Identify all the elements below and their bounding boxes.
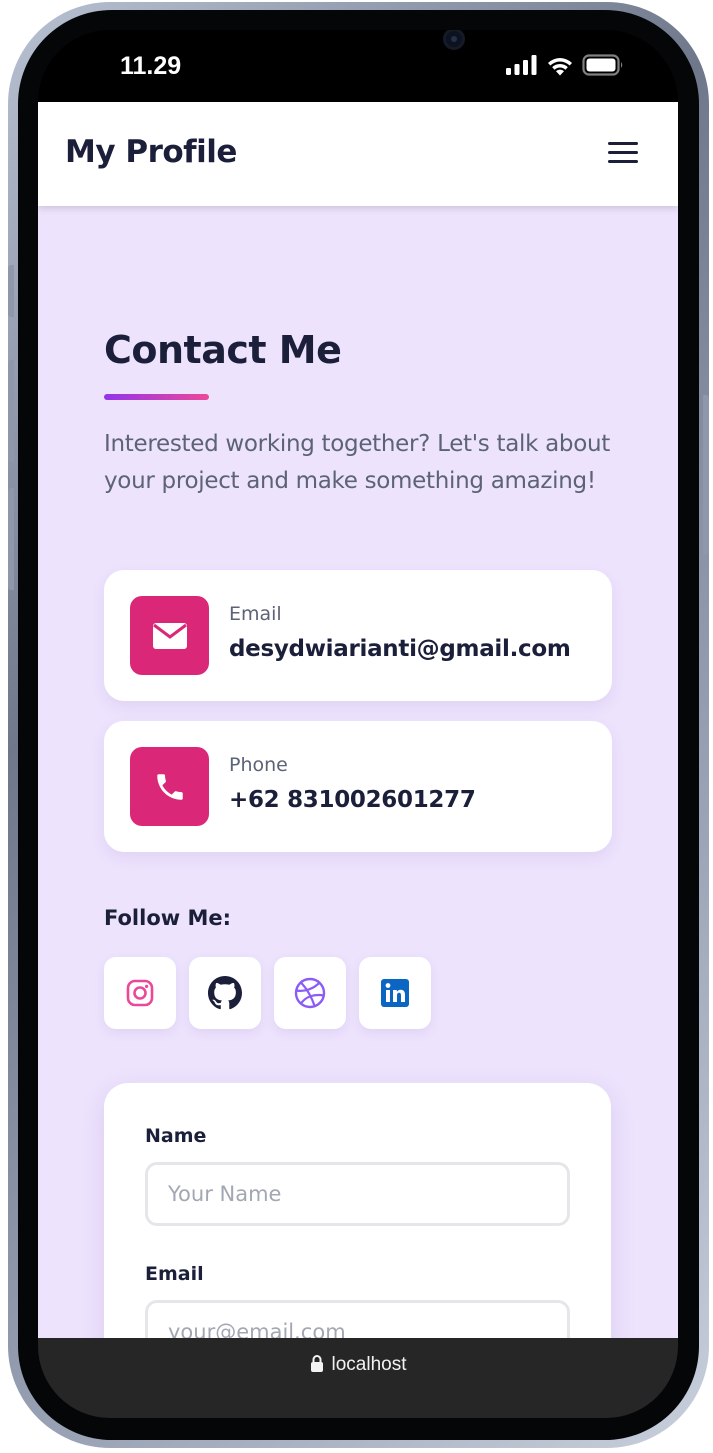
follow-label: Follow Me: bbox=[104, 906, 231, 930]
phone-value[interactable]: +62 831002601277 bbox=[229, 787, 476, 813]
phone-card: Phone +62 831002601277 bbox=[104, 721, 612, 852]
contact-form: Name Email bbox=[104, 1083, 611, 1338]
phone-screen: 11.29 My Profile Contact Me Interested w… bbox=[38, 30, 678, 1418]
dribbble-button[interactable] bbox=[274, 957, 346, 1029]
email-value[interactable]: desydwiarianti@gmail.com bbox=[229, 636, 571, 662]
email-card: Email desydwiarianti@gmail.com bbox=[104, 570, 612, 701]
power-button bbox=[703, 395, 709, 555]
section-title: Contact Me bbox=[104, 328, 342, 372]
github-icon bbox=[208, 976, 242, 1010]
github-button[interactable] bbox=[189, 957, 261, 1029]
dynamic-island bbox=[223, 30, 513, 82]
email-label: Email bbox=[229, 603, 282, 625]
battery-icon bbox=[582, 54, 623, 76]
volume-down-button bbox=[8, 488, 14, 590]
app-title: My Profile bbox=[65, 134, 237, 170]
linkedin-icon bbox=[381, 979, 409, 1007]
phone-icon bbox=[130, 747, 209, 826]
name-field-label: Name bbox=[145, 1125, 207, 1147]
email-field[interactable] bbox=[145, 1300, 570, 1338]
lock-icon bbox=[310, 1355, 323, 1372]
contact-section: Contact Me Interested working together? … bbox=[38, 206, 678, 1338]
status-time: 11.29 bbox=[120, 52, 182, 80]
wifi-icon bbox=[548, 57, 572, 75]
hamburger-menu-button[interactable] bbox=[608, 142, 638, 168]
status-icons bbox=[506, 54, 624, 76]
envelope-icon bbox=[130, 596, 209, 675]
email-field-label: Email bbox=[145, 1263, 204, 1285]
volume-up-button bbox=[8, 360, 14, 462]
signal-icon bbox=[506, 55, 537, 75]
name-field[interactable] bbox=[145, 1162, 570, 1226]
hamburger-menu-icon-bar bbox=[608, 142, 638, 145]
section-intro: Interested working together? Let's talk … bbox=[104, 431, 610, 494]
phone-label: Phone bbox=[229, 754, 288, 776]
url-display[interactable]: localhost bbox=[310, 1354, 407, 1378]
dribbble-icon bbox=[294, 977, 326, 1009]
app-header: My Profile bbox=[38, 102, 678, 206]
instagram-icon bbox=[126, 979, 154, 1007]
hamburger-menu-icon-bar bbox=[608, 160, 638, 163]
linkedin-button[interactable] bbox=[359, 957, 431, 1029]
hamburger-menu-icon-bar bbox=[608, 151, 638, 154]
instagram-button[interactable] bbox=[104, 957, 176, 1029]
title-underline bbox=[104, 394, 209, 400]
url-text: localhost bbox=[331, 1354, 407, 1375]
social-links bbox=[104, 957, 431, 1029]
front-camera bbox=[443, 30, 465, 50]
browser-address-bar[interactable]: localhost bbox=[38, 1338, 678, 1418]
status-bar: 11.29 bbox=[38, 30, 678, 102]
action-button bbox=[8, 265, 14, 317]
